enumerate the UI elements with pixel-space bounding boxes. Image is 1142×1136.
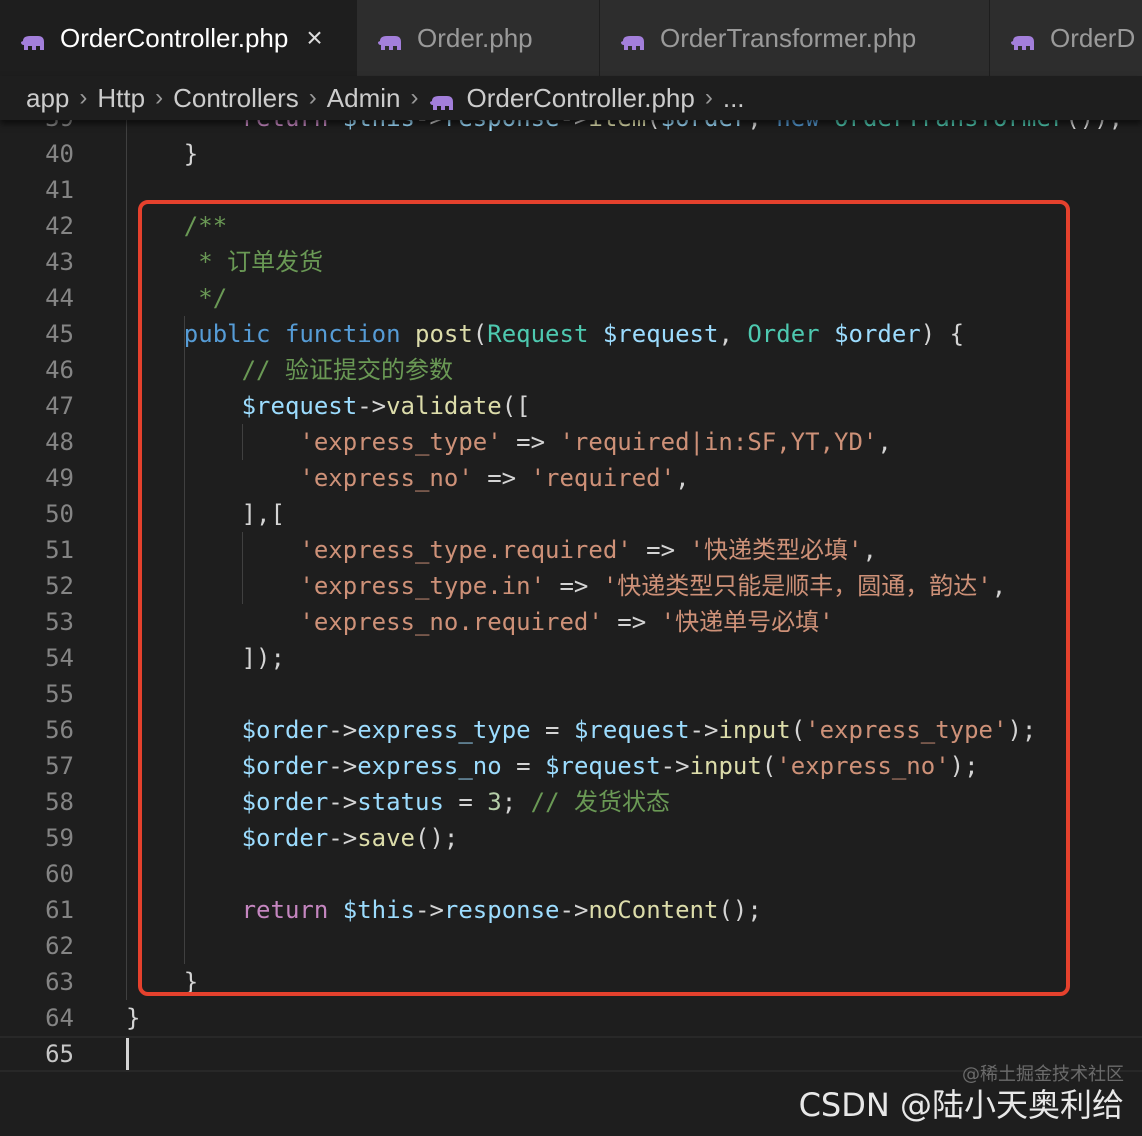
code-token: ()); [1065,120,1123,132]
code-token: ( [646,120,660,132]
tab-ordertransformer-php[interactable]: OrderTransformer.php [600,0,990,76]
close-icon[interactable]: × [306,22,322,54]
breadcrumb-item-admin[interactable]: Admin [327,83,401,114]
line-number: 49 [45,464,74,492]
line-number: 51 [45,536,74,564]
php-elephant-icon [1010,29,1036,50]
line-number: 45 [45,320,74,348]
line-number: 57 [45,752,74,780]
chevron-right-icon: › [704,84,713,111]
code-token: OrderTransformer [834,120,1065,132]
line-number: 64 [45,1004,74,1032]
chevron-right-icon: › [410,84,419,111]
code-token: response [444,120,560,132]
indent-guide [126,120,127,1000]
watermark: @稀土掘金技术社区 CSDN @陆小天奥利给 [799,1060,1124,1126]
line-number: 52 [45,572,74,600]
chevron-right-icon: › [79,84,88,111]
php-elephant-icon [20,29,46,50]
line-number: 42 [45,212,74,240]
chevron-right-icon: › [155,84,164,111]
code-editor[interactable]: 39 40 41 42 43 44 45 46 47 48 49 50 51 52 53 54 55 56 57 58… [0,120,1142,1136]
breadcrumb-item-symbol[interactable]: ... [723,83,745,114]
line-number: 58 [45,788,74,816]
editor-tab-bar: OrderController.php × Order.php OrderTra… [0,0,1142,76]
code-token: -> [560,120,589,132]
text-cursor [126,1038,129,1070]
line-number: 62 [45,932,74,960]
line-number: 46 [45,356,74,384]
tab-ordercontroller-php[interactable]: OrderController.php × [0,0,357,76]
line-number: 41 [45,176,74,204]
line-number: 54 [45,644,74,672]
code-token: } [183,140,199,168]
code-line[interactable]: } [184,136,198,172]
breadcrumb-item-http[interactable]: Http [97,83,145,114]
php-elephant-icon [620,29,646,50]
highlight-annotation-box [138,200,1070,996]
line-number: 63 [45,968,74,996]
tab-label: Order.php [417,22,533,53]
line-number: 48 [45,428,74,456]
code-token: $this [343,120,415,132]
breadcrumb: app › Http › Controllers › Admin › Order… [0,76,1142,120]
tab-label: OrderController.php [60,22,289,53]
code-token: return [242,120,329,132]
breadcrumb-item-controllers[interactable]: Controllers [173,83,299,114]
code-token: $order [661,120,748,132]
line-number-gutter: 39 40 41 42 43 44 45 46 47 48 49 50 51 52 53 54 55 56 57 58… [0,120,90,1136]
line-number: 61 [45,896,74,924]
tab-label: OrderD [1050,22,1136,53]
breadcrumb-item-file[interactable]: OrderController.php [467,83,695,114]
php-elephant-icon [429,89,455,110]
code-token: item [588,120,646,132]
chevron-right-icon: › [308,84,317,111]
line-number: 53 [45,608,74,636]
line-number: 39 [0,120,74,136]
line-number: 60 [45,860,74,888]
line-number: 47 [45,392,74,420]
php-elephant-icon [377,29,403,50]
line-number: 50 [45,500,74,528]
code-line[interactable]: } [126,1000,140,1036]
breadcrumb-item-app[interactable]: app [26,83,69,114]
line-number: 44 [45,284,74,312]
code-token: -> [415,120,444,132]
line-number: 40 [45,140,74,168]
tab-orderd[interactable]: OrderD [990,0,1142,76]
tab-order-php[interactable]: Order.php [357,0,600,76]
line-number: 43 [45,248,74,276]
watermark-csdn: CSDN @陆小天奥利给 [798,1086,1124,1124]
code-line[interactable]: return $this->response->item($order, new… [242,120,1123,136]
tab-label: OrderTransformer.php [660,22,917,53]
line-number: 56 [45,716,74,744]
code-token: } [126,1004,141,1032]
code-token: new [776,120,819,132]
line-number: 59 [45,824,74,852]
code-token: , [747,120,776,132]
line-number: 55 [45,680,74,708]
